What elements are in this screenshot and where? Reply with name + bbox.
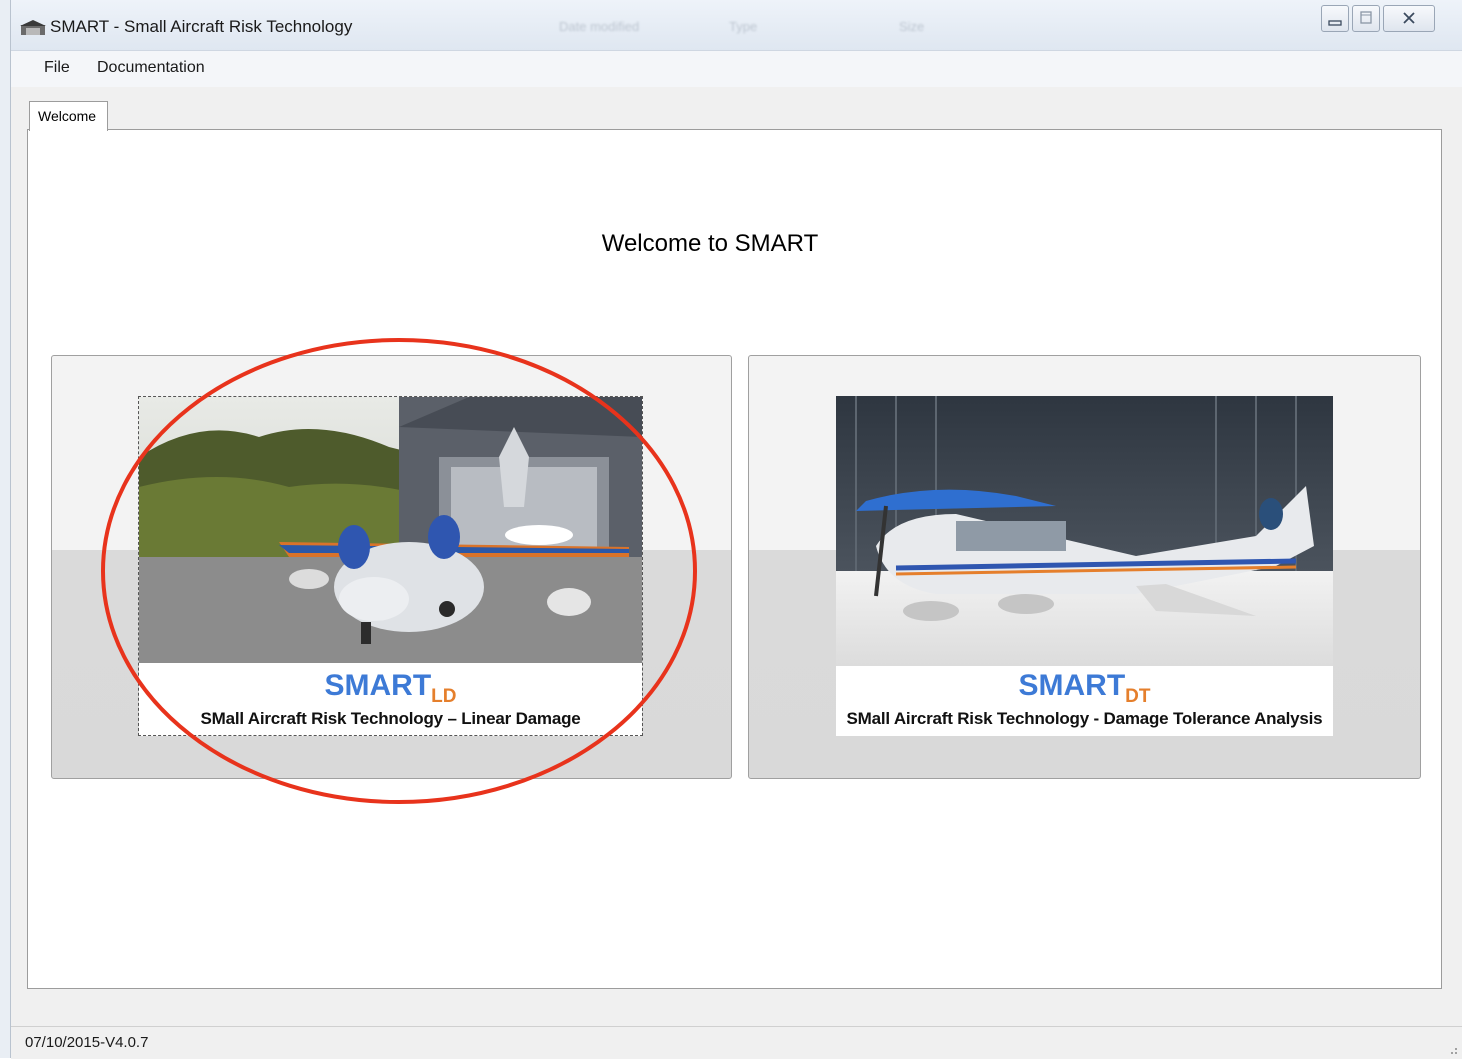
smart-ld-image-panel: SMARTLD SMall Aircraft Risk Technology –… <box>139 397 642 736</box>
smart-dt-card[interactable]: SMARTDT SMall Aircraft Risk Technology -… <box>748 355 1421 779</box>
tab-welcome[interactable]: Welcome <box>29 101 108 131</box>
status-bar: 07/10/2015-V4.0.7 <box>11 1026 1462 1059</box>
minimize-icon <box>1328 20 1342 26</box>
smart-ld-brand-text: SMART <box>324 669 432 702</box>
menu-documentation[interactable]: Documentation <box>97 59 205 77</box>
close-button[interactable] <box>1383 5 1435 32</box>
smart-dt-subscript: DT <box>1125 686 1151 707</box>
smart-ld-brand: SMARTLD <box>139 669 642 708</box>
tab-welcome-label: Welcome <box>38 108 97 124</box>
smart-dt-image-panel: SMARTDT SMall Aircraft Risk Technology -… <box>836 396 1333 736</box>
menu-bar: File Documentation <box>11 51 1462 87</box>
app-window: SMART - Small Aircraft Risk Technology D… <box>11 0 1462 1059</box>
smart-dt-brand-text: SMART <box>1018 669 1126 702</box>
smart-dt-brand: SMARTDT <box>836 669 1333 708</box>
desktop-edge <box>0 0 11 1058</box>
cessna-image <box>836 396 1333 666</box>
smart-ld-subtitle: SMall Aircraft Risk Technology – Linear … <box>200 709 581 728</box>
welcome-panel: Welcome to SMART SMARTLD SMall Aircraft … <box>27 129 1442 989</box>
ghost-header-type: Type <box>729 19 758 34</box>
ghost-header-size: Size <box>899 19 925 34</box>
minimize-button[interactable] <box>1321 5 1349 32</box>
maximize-icon <box>1360 11 1372 24</box>
smart-ld-card[interactable]: SMARTLD SMall Aircraft Risk Technology –… <box>51 355 732 779</box>
smart-dt-subtitle: SMall Aircraft Risk Technology - Damage … <box>846 709 1323 728</box>
version-label: 07/10/2015-V4.0.7 <box>25 1034 149 1051</box>
window-title: SMART - Small Aircraft Risk Technology <box>50 17 353 36</box>
welcome-heading: Welcome to SMART <box>601 230 819 257</box>
ghost-header-date-modified: Date modified <box>559 19 640 34</box>
hangar-app-icon <box>20 20 46 35</box>
close-icon <box>1403 12 1415 24</box>
title-bar[interactable]: SMART - Small Aircraft Risk Technology D… <box>11 0 1462 51</box>
seaplane-image <box>139 397 642 663</box>
smart-ld-subscript: LD <box>431 686 457 707</box>
resize-grip-icon[interactable] <box>1446 1043 1458 1055</box>
menu-file[interactable]: File <box>44 59 70 77</box>
maximize-button[interactable] <box>1352 5 1380 32</box>
